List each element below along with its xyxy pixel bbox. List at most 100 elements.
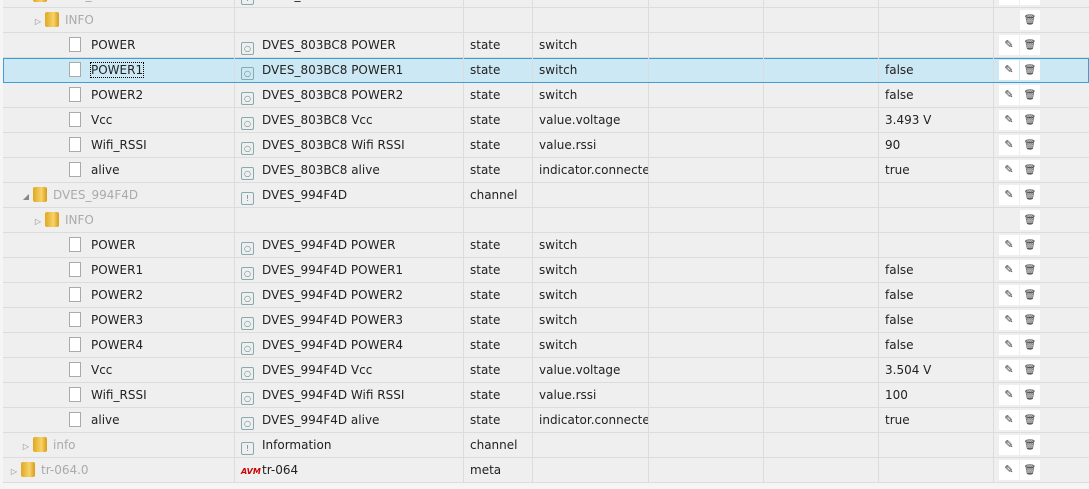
object-id[interactable]: POWER3 bbox=[91, 313, 143, 327]
table-row[interactable]: POWER4 ○ DVES_994F4D POWER4 state switch … bbox=[3, 333, 1089, 358]
object-id[interactable]: POWER bbox=[91, 238, 135, 252]
delete-button[interactable]: 🗑 bbox=[1020, 435, 1040, 455]
delete-button[interactable]: 🗑 bbox=[1020, 185, 1040, 205]
delete-button[interactable]: 🗑 bbox=[1020, 60, 1040, 80]
table-row[interactable]: ▷ INFO ✎🗑 bbox=[3, 208, 1089, 233]
delete-button[interactable]: 🗑 bbox=[1020, 210, 1040, 230]
function-cell bbox=[763, 183, 878, 207]
table-row[interactable]: POWER1 ○ DVES_803BC8 POWER1 state switch … bbox=[3, 58, 1089, 83]
table-row[interactable]: Wifi_RSSI ○ DVES_803BC8 Wifi RSSI state v… bbox=[3, 133, 1089, 158]
object-id[interactable]: POWER bbox=[91, 38, 135, 52]
collapse-toggle[interactable]: ◢ bbox=[21, 0, 31, 7]
edit-button[interactable]: ✎ bbox=[999, 260, 1019, 280]
function-cell bbox=[763, 308, 878, 332]
delete-button[interactable]: 🗑 bbox=[1020, 35, 1040, 55]
expand-toggle[interactable]: ▷ bbox=[21, 435, 31, 457]
edit-button[interactable]: ✎ bbox=[999, 285, 1019, 305]
expand-toggle[interactable]: ▷ bbox=[9, 460, 19, 482]
object-id[interactable]: Vcc bbox=[91, 113, 112, 127]
edit-button[interactable]: ✎ bbox=[999, 35, 1019, 55]
edit-button[interactable]: ✎ bbox=[999, 235, 1019, 255]
object-id[interactable]: INFO bbox=[65, 13, 94, 27]
object-id[interactable]: POWER2 bbox=[91, 88, 143, 102]
type-cell: meta bbox=[463, 458, 532, 482]
edit-button[interactable]: ✎ bbox=[999, 160, 1019, 180]
edit-button[interactable]: ✎ bbox=[999, 60, 1019, 80]
object-name: DVES_994F4D Vcc bbox=[262, 363, 373, 377]
object-id[interactable]: POWER2 bbox=[91, 288, 143, 302]
object-id[interactable]: POWER4 bbox=[91, 338, 143, 352]
table-row[interactable]: POWER ○ DVES_803BC8 POWER state switch ✎ 🗑 bbox=[3, 33, 1089, 58]
edit-button[interactable]: ✎ bbox=[999, 310, 1019, 330]
object-name-cell: ○ DVES_994F4D Vcc bbox=[234, 358, 463, 382]
table-row[interactable]: alive ○ DVES_994F4D alive state indicator… bbox=[3, 408, 1089, 433]
object-id[interactable]: alive bbox=[91, 413, 120, 427]
delete-button[interactable]: 🗑 bbox=[1020, 360, 1040, 380]
room-cell bbox=[648, 108, 763, 132]
table-row[interactable]: POWER2 ○ DVES_803BC8 POWER2 state switch … bbox=[3, 83, 1089, 108]
edit-button[interactable]: ✎ bbox=[999, 410, 1019, 430]
object-id[interactable]: alive bbox=[91, 163, 120, 177]
file-icon bbox=[69, 87, 81, 102]
object-name-cell: ! DVES_803BC8 bbox=[234, 0, 463, 7]
edit-button[interactable]: ✎ bbox=[999, 110, 1019, 130]
delete-button[interactable]: 🗑 bbox=[1020, 460, 1040, 480]
object-id[interactable]: POWER1 bbox=[89, 62, 145, 78]
table-row[interactable]: Vcc ○ DVES_803BC8 Vcc state value.voltage… bbox=[3, 108, 1089, 133]
delete-button[interactable]: 🗑 bbox=[1020, 410, 1040, 430]
collapse-toggle[interactable]: ◢ bbox=[21, 185, 31, 207]
table-row[interactable]: ◢ DVES_994F4D ! DVES_994F4D channel ✎ 🗑 bbox=[3, 183, 1089, 208]
table-row[interactable]: POWER3 ○ DVES_994F4D POWER3 state switch … bbox=[3, 308, 1089, 333]
object-name-cell: ○ DVES_803BC8 Wifi RSSI bbox=[234, 133, 463, 157]
edit-button[interactable]: ✎ bbox=[999, 360, 1019, 380]
edit-button[interactable]: ✎ bbox=[999, 0, 1019, 5]
delete-button[interactable]: 🗑 bbox=[1020, 285, 1040, 305]
table-row[interactable]: ▷ tr-064.0 AVMtr-064 meta ✎ 🗑 bbox=[3, 458, 1089, 483]
edit-button[interactable]: ✎ bbox=[999, 85, 1019, 105]
delete-button[interactable]: 🗑 bbox=[1020, 0, 1040, 5]
table-row[interactable]: ▷ info ! Information channel ✎ 🗑 bbox=[3, 433, 1089, 458]
edit-button[interactable]: ✎ bbox=[999, 135, 1019, 155]
object-id[interactable]: INFO bbox=[65, 213, 94, 227]
delete-button[interactable]: 🗑 bbox=[1020, 10, 1040, 30]
delete-button[interactable]: 🗑 bbox=[1020, 85, 1040, 105]
object-id[interactable]: Vcc bbox=[91, 363, 112, 377]
delete-button[interactable]: 🗑 bbox=[1020, 235, 1040, 255]
delete-button[interactable]: 🗑 bbox=[1020, 135, 1040, 155]
object-id[interactable]: Wifi_RSSI bbox=[91, 138, 147, 152]
object-id[interactable]: DVES_994F4D bbox=[53, 188, 138, 202]
table-row[interactable]: POWER ○ DVES_994F4D POWER state switch ✎ 🗑 bbox=[3, 233, 1089, 258]
role-cell bbox=[532, 183, 648, 207]
edit-button[interactable]: ✎ bbox=[999, 185, 1019, 205]
edit-button[interactable]: ✎ bbox=[999, 335, 1019, 355]
table-row[interactable]: POWER1 ○ DVES_994F4D POWER1 state switch … bbox=[3, 258, 1089, 283]
table-row[interactable]: Wifi_RSSI ○ DVES_994F4D Wifi RSSI state v… bbox=[3, 383, 1089, 408]
delete-button[interactable]: 🗑 bbox=[1020, 310, 1040, 330]
table-row[interactable]: ◢DVES_803BC8 !DVES_803BC8 channel ✎🗑 bbox=[3, 0, 1089, 8]
role-cell: indicator.connected bbox=[532, 158, 648, 182]
edit-button[interactable]: ✎ bbox=[999, 385, 1019, 405]
name-cell: POWER2 bbox=[3, 83, 234, 107]
delete-button[interactable]: 🗑 bbox=[1020, 335, 1040, 355]
table-row[interactable]: Vcc ○ DVES_994F4D Vcc state value.voltage… bbox=[3, 358, 1089, 383]
edit-button[interactable]: ✎ bbox=[999, 460, 1019, 480]
delete-button[interactable]: 🗑 bbox=[1020, 260, 1040, 280]
object-id[interactable]: info bbox=[53, 438, 76, 452]
delete-button[interactable]: 🗑 bbox=[1020, 160, 1040, 180]
table-row[interactable]: alive ○ DVES_803BC8 alive state indicator… bbox=[3, 158, 1089, 183]
object-id[interactable]: tr-064.0 bbox=[41, 463, 89, 477]
object-id[interactable]: DVES_803BC8 bbox=[53, 0, 138, 2]
object-id[interactable]: POWER1 bbox=[91, 263, 143, 277]
pencil-icon: ✎ bbox=[1004, 63, 1014, 76]
table-row[interactable]: POWER2 ○ DVES_994F4D POWER2 state switch … bbox=[3, 283, 1089, 308]
delete-button[interactable]: 🗑 bbox=[1020, 110, 1040, 130]
object-id[interactable]: Wifi_RSSI bbox=[91, 388, 147, 402]
state-icon: ○ bbox=[241, 167, 254, 180]
expand-toggle[interactable]: ▷ bbox=[33, 10, 43, 32]
state-icon: ○ bbox=[241, 417, 254, 430]
delete-button[interactable]: 🗑 bbox=[1020, 385, 1040, 405]
expand-toggle[interactable]: ▷ bbox=[33, 210, 43, 232]
value-cell bbox=[878, 8, 993, 32]
table-row[interactable]: ▷ INFO ✎🗑 bbox=[3, 8, 1089, 33]
edit-button[interactable]: ✎ bbox=[999, 435, 1019, 455]
